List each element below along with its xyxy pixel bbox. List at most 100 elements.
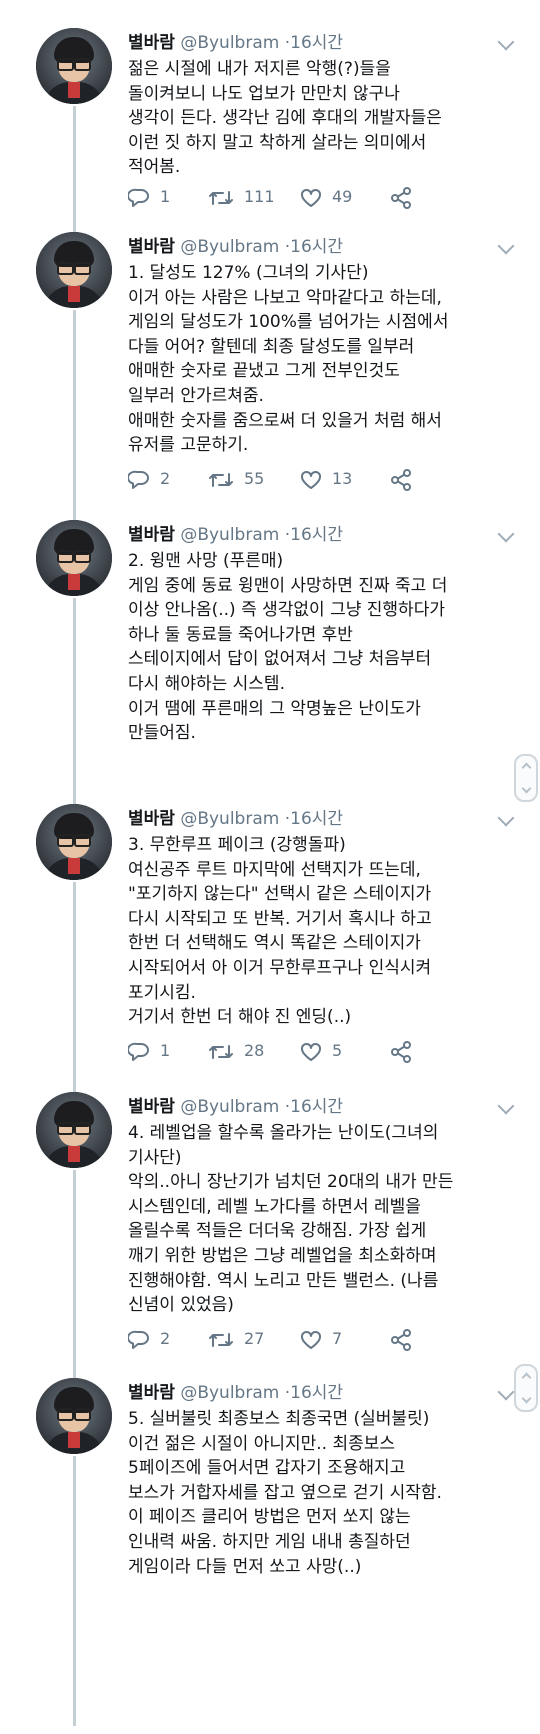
- chevron-down-icon[interactable]: [497, 1383, 515, 1401]
- tweet[interactable]: 별바람 @Byulbram ·16시간 5. 실버불릿 최종보스 최종국면 (실…: [0, 1378, 540, 1618]
- timestamp[interactable]: 16시간: [290, 237, 343, 257]
- tweet[interactable]: 별바람 @Byulbram ·16시간 3. 무한루프 페이크 (강행돌파) 여…: [0, 804, 540, 1084]
- like-count: 5: [332, 1041, 343, 1060]
- like-button[interactable]: 7: [300, 1326, 342, 1352]
- avatar[interactable]: [36, 1092, 112, 1168]
- tweet-header: 별바람 @Byulbram ·16시간: [128, 522, 343, 548]
- heart-icon: [301, 188, 321, 207]
- tweet-line: 인내력 싸움. 하지만 게임 내내 총질하던: [128, 1531, 411, 1552]
- chevron-down-icon[interactable]: [497, 525, 515, 543]
- tweet-line: 이거 땜에 푸른매의 그 악명높은 난이도가: [128, 698, 421, 719]
- author-name[interactable]: 별바람: [128, 1097, 175, 1117]
- author-name[interactable]: 별바람: [128, 809, 175, 829]
- author-handle[interactable]: @Byulbram: [180, 525, 279, 545]
- tweet-actions: 1 111 49: [127, 184, 518, 210]
- tweet-text: 4. 레벨업을 할수록 올라가는 난이도(그녀의 기사단) 악의..아니 장난기…: [128, 1121, 523, 1318]
- tweet-line: 이건 젊은 시절이 아니지만.. 최종보스: [128, 1433, 396, 1454]
- tweet-header: 별바람 @Byulbram ·16시간: [128, 234, 343, 260]
- tweet-line: 보스가 거합자세를 잡고 옆으로 걷기 시작함.: [128, 1482, 442, 1503]
- tweet-line: 스테이지에서 답이 없어져서 그냥 처음부터: [128, 649, 432, 670]
- tweet-header: 별바람 @Byulbram ·16시간: [128, 1380, 343, 1406]
- like-button[interactable]: 13: [300, 466, 352, 492]
- author-name[interactable]: 별바람: [128, 525, 175, 545]
- avatar[interactable]: [36, 520, 112, 596]
- tweet-line: 애매한 숫자로 끝냈고 그게 전부인것도: [128, 361, 400, 382]
- tweet-line: 애매한 숫자를 줌으로써 더 있을거 처럼 해서: [128, 410, 442, 431]
- tweet-line: 한번 더 선택해도 역시 똑같은 스테이지가: [128, 933, 421, 954]
- tweet-header: 별바람 @Byulbram ·16시간: [128, 806, 343, 832]
- author-handle[interactable]: @Byulbram: [180, 237, 279, 257]
- chevron-down-icon[interactable]: [497, 33, 515, 51]
- reply-button[interactable]: 2: [127, 1326, 170, 1352]
- retweet-count: 27: [244, 1329, 265, 1348]
- reply-count: 2: [160, 469, 171, 488]
- author-handle[interactable]: @Byulbram: [180, 1383, 279, 1403]
- share-button[interactable]: [390, 1038, 412, 1064]
- reply-button[interactable]: 1: [127, 184, 171, 210]
- tweet-line: 다시 시작되고 또 반복. 거기서 혹시나 하고: [128, 908, 432, 929]
- retweet-icon: [209, 190, 233, 205]
- tweet-line: 다시 해야하는 시스템.: [128, 673, 285, 694]
- tweet-line: 4. 레벨업을 할수록 올라가는 난이도(그녀의: [128, 1123, 439, 1143]
- timestamp[interactable]: 16시간: [290, 33, 343, 53]
- author-name[interactable]: 별바람: [128, 1383, 175, 1403]
- retweet-button[interactable]: 111: [208, 184, 275, 210]
- tweet-line: 다들 어어? 할텐데 최종 달성도를 일부러: [128, 336, 415, 357]
- tweet-line: 올릴수록 적들은 더더욱 강해짐. 가장 쉽게: [128, 1221, 427, 1242]
- share-icon: [391, 1328, 411, 1351]
- avatar[interactable]: [36, 1378, 112, 1454]
- reply-icon: [127, 1042, 149, 1061]
- tweet-line: 게임의 달성도가 100%를 넘어가는 시점에서: [128, 312, 449, 333]
- tweet-line: 시작되어서 아 이거 무한루프구나 인식시켜: [128, 957, 432, 978]
- chevron-down-icon[interactable]: [497, 237, 515, 255]
- author-handle[interactable]: @Byulbram: [180, 1097, 279, 1117]
- reply-icon: [127, 470, 149, 489]
- tweet[interactable]: 별바람 @Byulbram ·16시간 4. 레벨업을 할수록 올라가는 난이도…: [0, 1092, 540, 1372]
- share-button[interactable]: [390, 1326, 412, 1352]
- tweet[interactable]: 별바람 @Byulbram ·16시간 1. 달성도 127% (그녀의 기사단…: [0, 232, 540, 512]
- reply-button[interactable]: 2: [127, 466, 171, 492]
- retweet-button[interactable]: 55: [208, 466, 264, 492]
- tweet[interactable]: 별바람 @Byulbram ·16시간 2. 윙맨 사망 (푸른매) 게임 중에…: [0, 520, 540, 770]
- author-name[interactable]: 별바람: [128, 33, 175, 53]
- chevron-down-icon[interactable]: [497, 809, 515, 827]
- reply-count: 1: [160, 187, 171, 206]
- tweet[interactable]: 별바람 @Byulbram ·16시간 젊은 시절에 내가 저지른 악행(?)들…: [0, 28, 540, 238]
- tweet-line: 게임이라 다들 먼저 쏘고 사망(..): [128, 1556, 362, 1577]
- share-button[interactable]: [390, 184, 412, 210]
- reply-icon: [127, 188, 149, 207]
- scroll-handle[interactable]: [514, 754, 538, 802]
- tweet-line: 악의..아니 장난기가 넘치던 20대의 내가 만든: [128, 1172, 454, 1193]
- timestamp[interactable]: 16시간: [290, 1097, 343, 1117]
- like-count: 13: [332, 469, 353, 488]
- tweet-line: 적어봄.: [128, 157, 181, 178]
- chevron-down-icon[interactable]: [497, 1097, 515, 1115]
- tweet-header: 별바람 @Byulbram ·16시간: [128, 1094, 343, 1120]
- timestamp[interactable]: 16시간: [290, 809, 343, 829]
- tweet-line: 일부러 안가르쳐줌.: [128, 385, 264, 406]
- retweet-icon: [209, 472, 233, 487]
- avatar[interactable]: [36, 804, 112, 880]
- retweet-button[interactable]: 27: [208, 1326, 264, 1352]
- tweet-line: 이거 아는 사람은 나보고 악마같다고 하는데,: [128, 287, 442, 308]
- timestamp[interactable]: 16시간: [290, 525, 343, 545]
- timestamp[interactable]: 16시간: [290, 1383, 343, 1403]
- like-button[interactable]: 5: [300, 1038, 342, 1064]
- author-name[interactable]: 별바람: [128, 237, 175, 257]
- retweet-count: 55: [244, 469, 265, 488]
- reply-button[interactable]: 1: [127, 1038, 170, 1064]
- tweet-line: 만들어짐.: [128, 723, 196, 744]
- tweet-text: 2. 윙맨 사망 (푸른매) 게임 중에 동료 윙맨이 사망하면 진짜 죽고 더…: [128, 549, 523, 746]
- avatar[interactable]: [36, 232, 112, 308]
- like-count: 7: [332, 1329, 343, 1348]
- like-button[interactable]: 49: [300, 184, 352, 210]
- tweet-line: 이런 짓 하지 말고 착하게 살라는 의미에서: [128, 132, 427, 153]
- share-button[interactable]: [390, 466, 412, 492]
- author-handle[interactable]: @Byulbram: [180, 33, 279, 53]
- avatar[interactable]: [36, 28, 112, 104]
- retweet-button[interactable]: 28: [208, 1038, 264, 1064]
- reply-icon: [127, 1330, 149, 1349]
- tweet-line: 포기시킴.: [128, 982, 196, 1003]
- author-handle[interactable]: @Byulbram: [180, 809, 279, 829]
- tweet-line: "포기하지 않는다" 선택시 같은 스테이지가: [128, 884, 432, 905]
